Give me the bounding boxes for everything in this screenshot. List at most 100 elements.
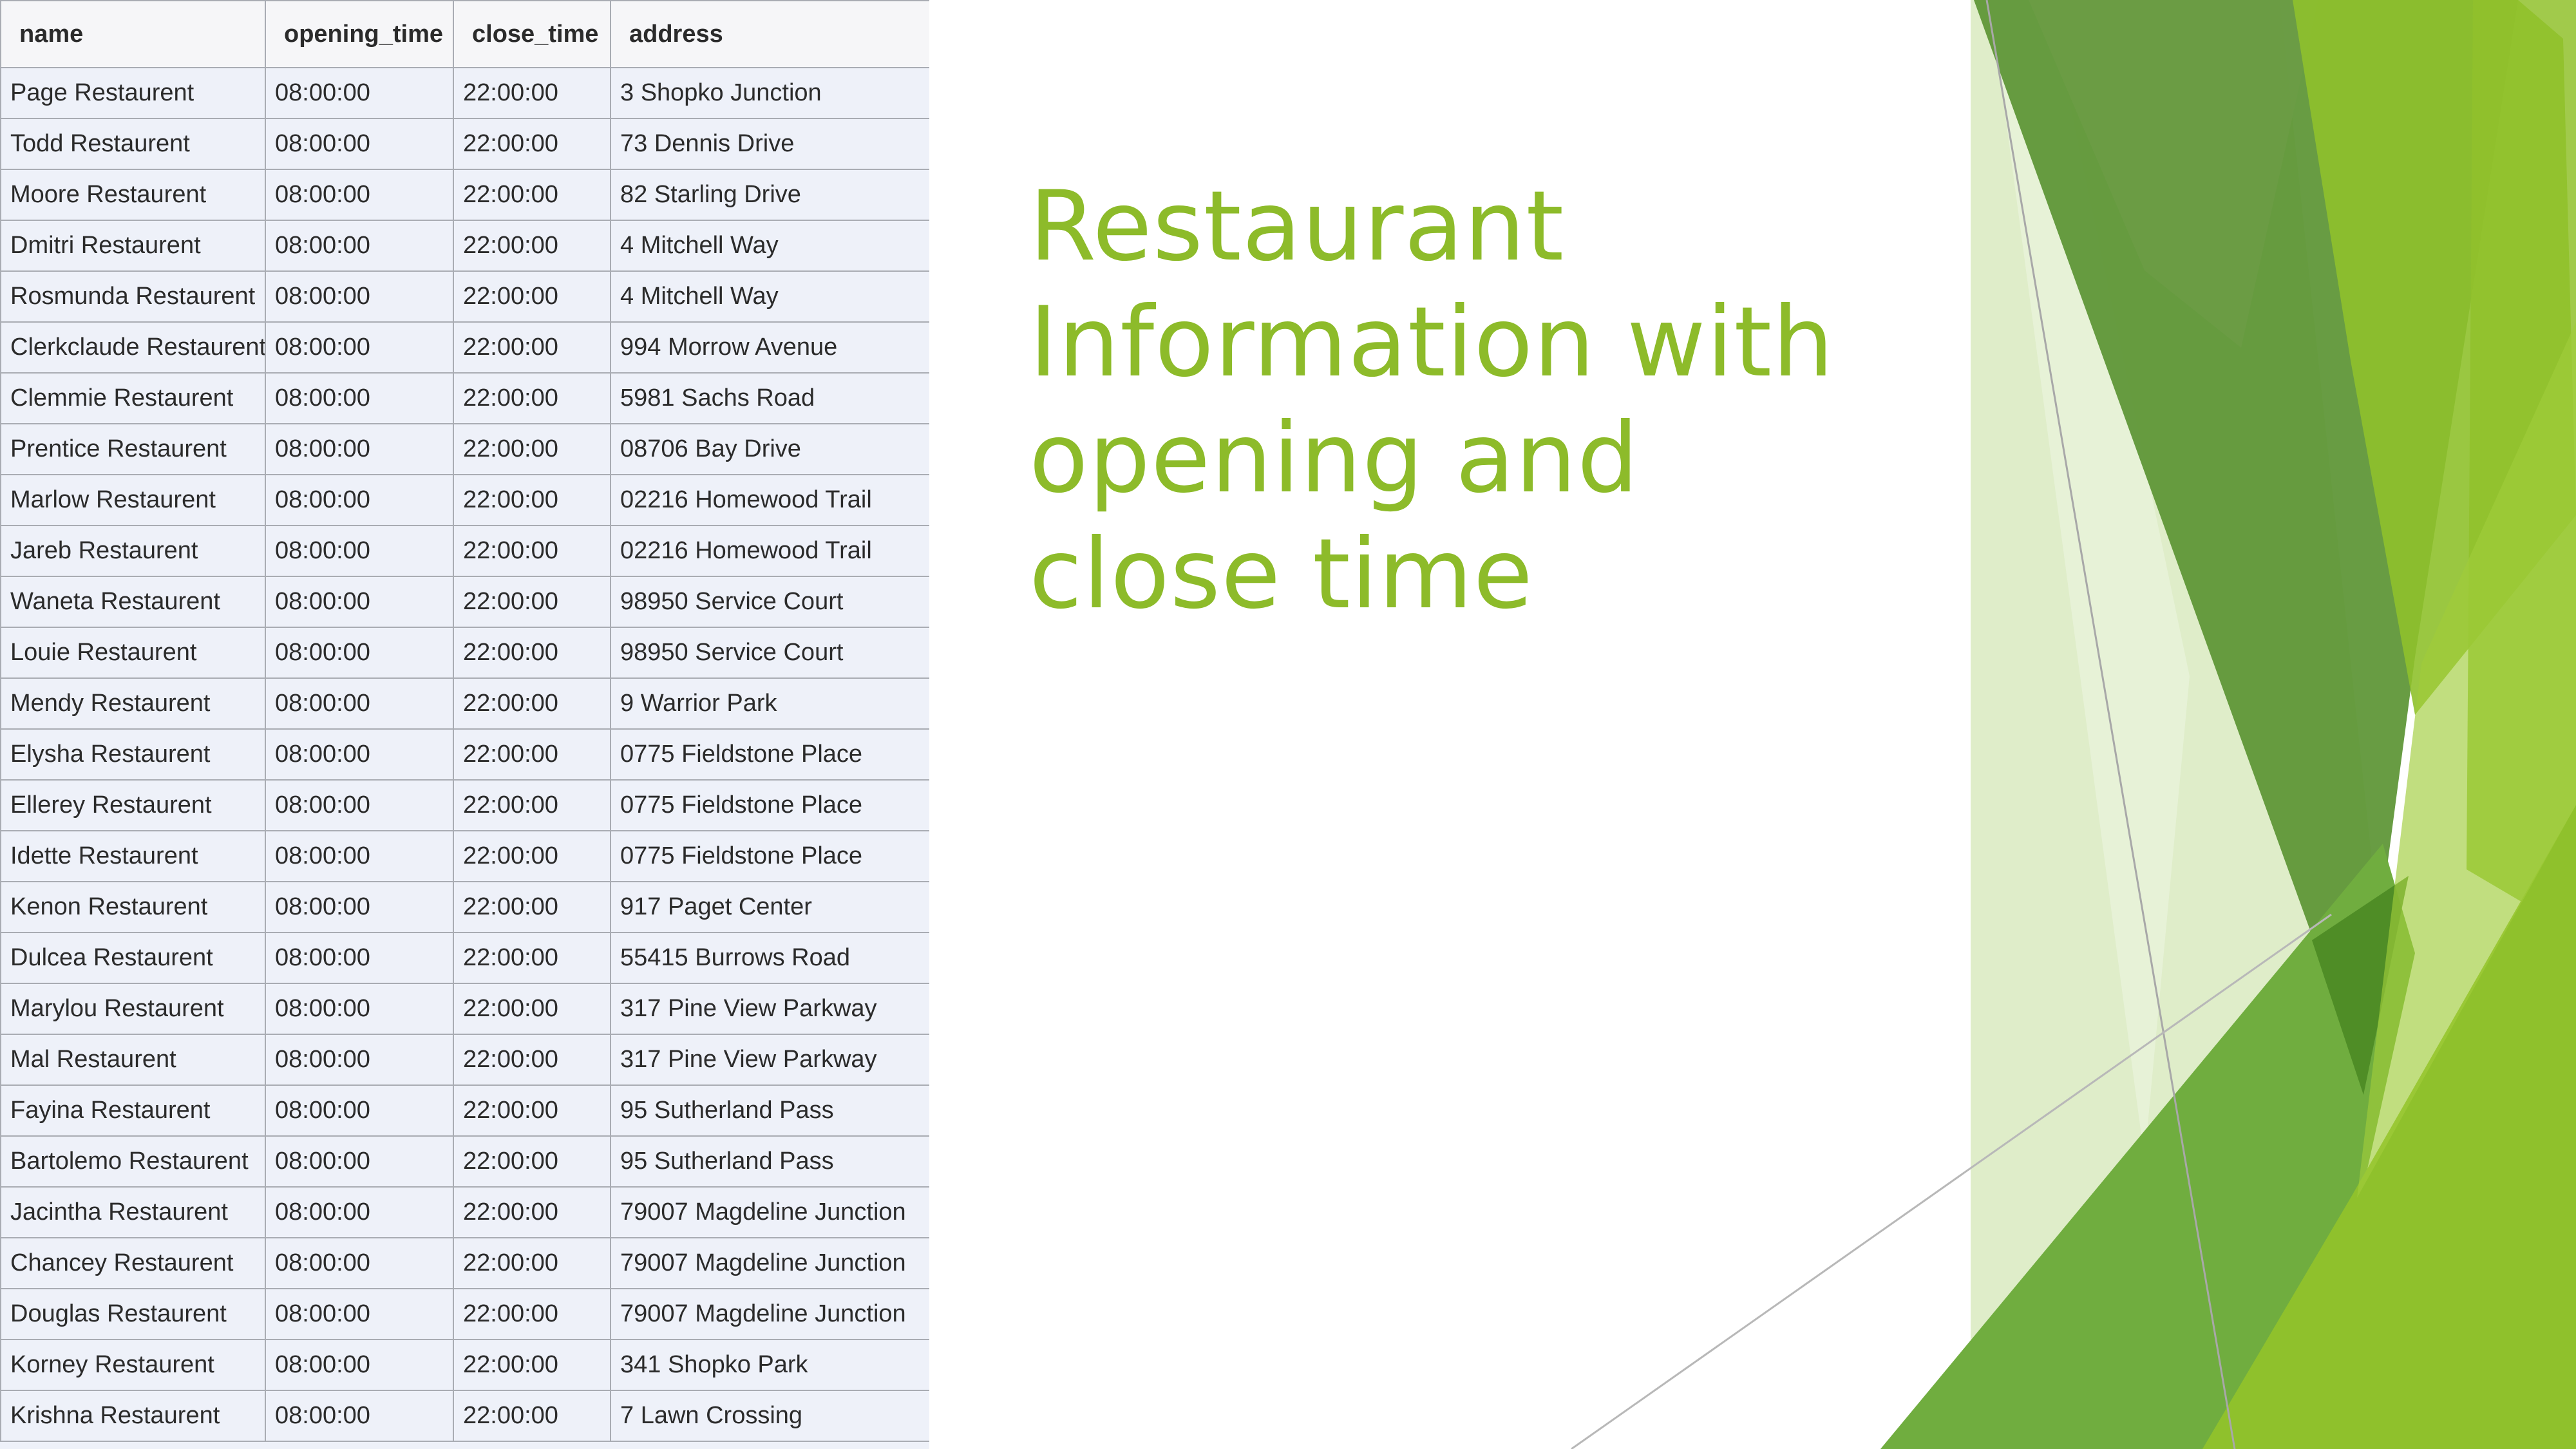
column-header-name: name bbox=[0, 0, 266, 68]
cell-opening-time: 08:00:00 bbox=[265, 830, 454, 882]
cell-close-time: 22:00:00 bbox=[453, 1237, 611, 1289]
cell-name: Louie Restaurent bbox=[0, 627, 266, 679]
cell-opening-time: 08:00:00 bbox=[265, 1390, 454, 1442]
cell-address: 9 Warrior Park bbox=[610, 677, 929, 730]
cell-name: Todd Restaurent bbox=[0, 118, 266, 170]
table-row: Clerkclaude Restaurent 08:00:00 22:00:00 99… bbox=[0, 321, 929, 374]
table-row: Krishna Restaurent 08:00:00 22:00:00 7 Lawn… bbox=[0, 1390, 929, 1442]
cell-address: 95 Sutherland Pass bbox=[610, 1135, 929, 1188]
cell-opening-time: 08:00:00 bbox=[265, 627, 454, 679]
table-row: Clemmie Restaurent 08:00:00 22:00:00 5981 S… bbox=[0, 372, 929, 424]
table-row: Todd Restaurent 08:00:00 22:00:00 73 Dennis… bbox=[0, 118, 929, 170]
cell-opening-time: 08:00:00 bbox=[265, 525, 454, 577]
cell-name: Krishna Restaurent bbox=[0, 1390, 266, 1442]
cell-address: 95 Sutherland Pass bbox=[610, 1084, 929, 1137]
facet-thin-line-diagonal bbox=[1571, 913, 2332, 1449]
table-row: Waneta Restaurent 08:00:00 22:00:00 98950 S… bbox=[0, 576, 929, 628]
restaurant-table: name opening_time close_time address Pag… bbox=[0, 0, 929, 1442]
cell-address: 3 Shopko Junction bbox=[610, 67, 929, 119]
facet-pale-strip bbox=[1990, 0, 2190, 1159]
table-row: Idette Restaurent 08:00:00 22:00:00 0775 Fi… bbox=[0, 830, 929, 882]
cell-close-time: 22:00:00 bbox=[453, 1339, 611, 1391]
restaurant-table-screenshot: name opening_time close_time address Pag… bbox=[0, 0, 929, 1449]
cell-close-time: 22:00:00 bbox=[453, 67, 611, 119]
cell-address: 82 Starling Drive bbox=[610, 169, 929, 221]
cell-name: Mal Restaurent bbox=[0, 1034, 266, 1086]
cell-opening-time: 08:00:00 bbox=[265, 423, 454, 475]
cell-address: 0775 Fieldstone Place bbox=[610, 728, 929, 781]
cell-close-time: 22:00:00 bbox=[453, 270, 611, 323]
cell-opening-time: 08:00:00 bbox=[265, 118, 454, 170]
table-row: Moore Restaurent 08:00:00 22:00:00 82 Starl… bbox=[0, 169, 929, 221]
table-row: Elysha Restaurent 08:00:00 22:00:00 0775 Fi… bbox=[0, 728, 929, 781]
cell-close-time: 22:00:00 bbox=[453, 525, 611, 577]
cell-opening-time: 08:00:00 bbox=[265, 1288, 454, 1340]
cell-opening-time: 08:00:00 bbox=[265, 1034, 454, 1086]
cell-opening-time: 08:00:00 bbox=[265, 881, 454, 933]
cell-name: Prentice Restaurent bbox=[0, 423, 266, 475]
cell-opening-time: 08:00:00 bbox=[265, 321, 454, 374]
cell-close-time: 22:00:00 bbox=[453, 1084, 611, 1137]
cell-address: 55415 Burrows Road bbox=[610, 932, 929, 984]
table-row: Douglas Restaurent 08:00:00 22:00:00 79007 … bbox=[0, 1288, 929, 1340]
cell-close-time: 22:00:00 bbox=[453, 881, 611, 933]
cell-opening-time: 08:00:00 bbox=[265, 728, 454, 781]
facet-lime-band bbox=[2357, 322, 2576, 1198]
cell-close-time: 22:00:00 bbox=[453, 423, 611, 475]
cell-opening-time: 08:00:00 bbox=[265, 779, 454, 831]
facet-lime-lower bbox=[2202, 805, 2576, 1449]
table-row: Jareb Restaurent 08:00:00 22:00:00 02216 Ho… bbox=[0, 525, 929, 577]
table-row: Rosmunda Restaurent 08:00:00 22:00:00 4 Mit… bbox=[0, 270, 929, 323]
table-header-row: name opening_time close_time address bbox=[0, 0, 929, 68]
cell-opening-time: 08:00:00 bbox=[265, 1237, 454, 1289]
cell-close-time: 22:00:00 bbox=[453, 1135, 611, 1188]
cell-address: 02216 Homewood Trail bbox=[610, 525, 929, 577]
table-row: Dmitri Restaurent 08:00:00 22:00:00 4 Mitch… bbox=[0, 220, 929, 272]
cell-close-time: 22:00:00 bbox=[453, 474, 611, 526]
cell-address: 79007 Magdeline Junction bbox=[610, 1288, 929, 1340]
cell-name: Elysha Restaurent bbox=[0, 728, 266, 781]
cell-name: Dmitri Restaurent bbox=[0, 220, 266, 272]
cell-address: 79007 Magdeline Junction bbox=[610, 1237, 929, 1289]
cell-name: Korney Restaurent bbox=[0, 1339, 266, 1391]
cell-address: 5981 Sachs Road bbox=[610, 372, 929, 424]
cell-close-time: 22:00:00 bbox=[453, 321, 611, 374]
cell-name: Marlow Restaurent bbox=[0, 474, 266, 526]
cell-close-time: 22:00:00 bbox=[453, 677, 611, 730]
cell-close-time: 22:00:00 bbox=[453, 932, 611, 984]
table-row: Louie Restaurent 08:00:00 22:00:00 98950 Se… bbox=[0, 627, 929, 679]
table-row: Marylou Restaurent 08:00:00 22:00:00 317 Pi… bbox=[0, 983, 929, 1035]
slide-title: Restaurant Information with opening and … bbox=[1029, 171, 1835, 630]
cell-close-time: 22:00:00 bbox=[453, 1288, 611, 1340]
cell-address: 79007 Magdeline Junction bbox=[610, 1186, 929, 1238]
cell-close-time: 22:00:00 bbox=[453, 830, 611, 882]
cell-name: Mendy Restaurent bbox=[0, 677, 266, 730]
cell-name: Kenon Restaurent bbox=[0, 881, 266, 933]
cell-opening-time: 08:00:00 bbox=[265, 677, 454, 730]
cell-address: 341 Shopko Park bbox=[610, 1339, 929, 1391]
table-body: Page Restaurent 08:00:00 22:00:00 3 Shopko … bbox=[0, 67, 929, 1442]
table-row: Bartolemo Restaurent 08:00:00 22:00:00 95 S… bbox=[0, 1135, 929, 1188]
cell-name: Douglas Restaurent bbox=[0, 1288, 266, 1340]
cell-address: 7 Lawn Crossing bbox=[610, 1390, 929, 1442]
cell-close-time: 22:00:00 bbox=[453, 728, 611, 781]
column-header-opening-time: opening_time bbox=[265, 0, 454, 68]
table-row: Dulcea Restaurent 08:00:00 22:00:00 55415 B… bbox=[0, 932, 929, 984]
cell-address: 4 Mitchell Way bbox=[610, 270, 929, 323]
cell-address: 4 Mitchell Way bbox=[610, 220, 929, 272]
cell-opening-time: 08:00:00 bbox=[265, 270, 454, 323]
facet-thin-line-vertical bbox=[1985, 0, 2236, 1449]
cell-opening-time: 08:00:00 bbox=[265, 1339, 454, 1391]
cell-name: Bartolemo Restaurent bbox=[0, 1135, 266, 1188]
cell-name: Rosmunda Restaurent bbox=[0, 270, 266, 323]
cell-name: Idette Restaurent bbox=[0, 830, 266, 882]
cell-close-time: 22:00:00 bbox=[453, 779, 611, 831]
cell-opening-time: 08:00:00 bbox=[265, 67, 454, 119]
cell-close-time: 22:00:00 bbox=[453, 169, 611, 221]
cell-name: Clerkclaude Restaurent bbox=[0, 321, 266, 374]
cell-close-time: 22:00:00 bbox=[453, 220, 611, 272]
table-row: Chancey Restaurent 08:00:00 22:00:00 79007 … bbox=[0, 1237, 929, 1289]
presentation-slide: name opening_time close_time address Pag… bbox=[0, 0, 2576, 1449]
cell-name: Jacintha Restaurent bbox=[0, 1186, 266, 1238]
table-row: Page Restaurent 08:00:00 22:00:00 3 Shopko … bbox=[0, 67, 929, 119]
